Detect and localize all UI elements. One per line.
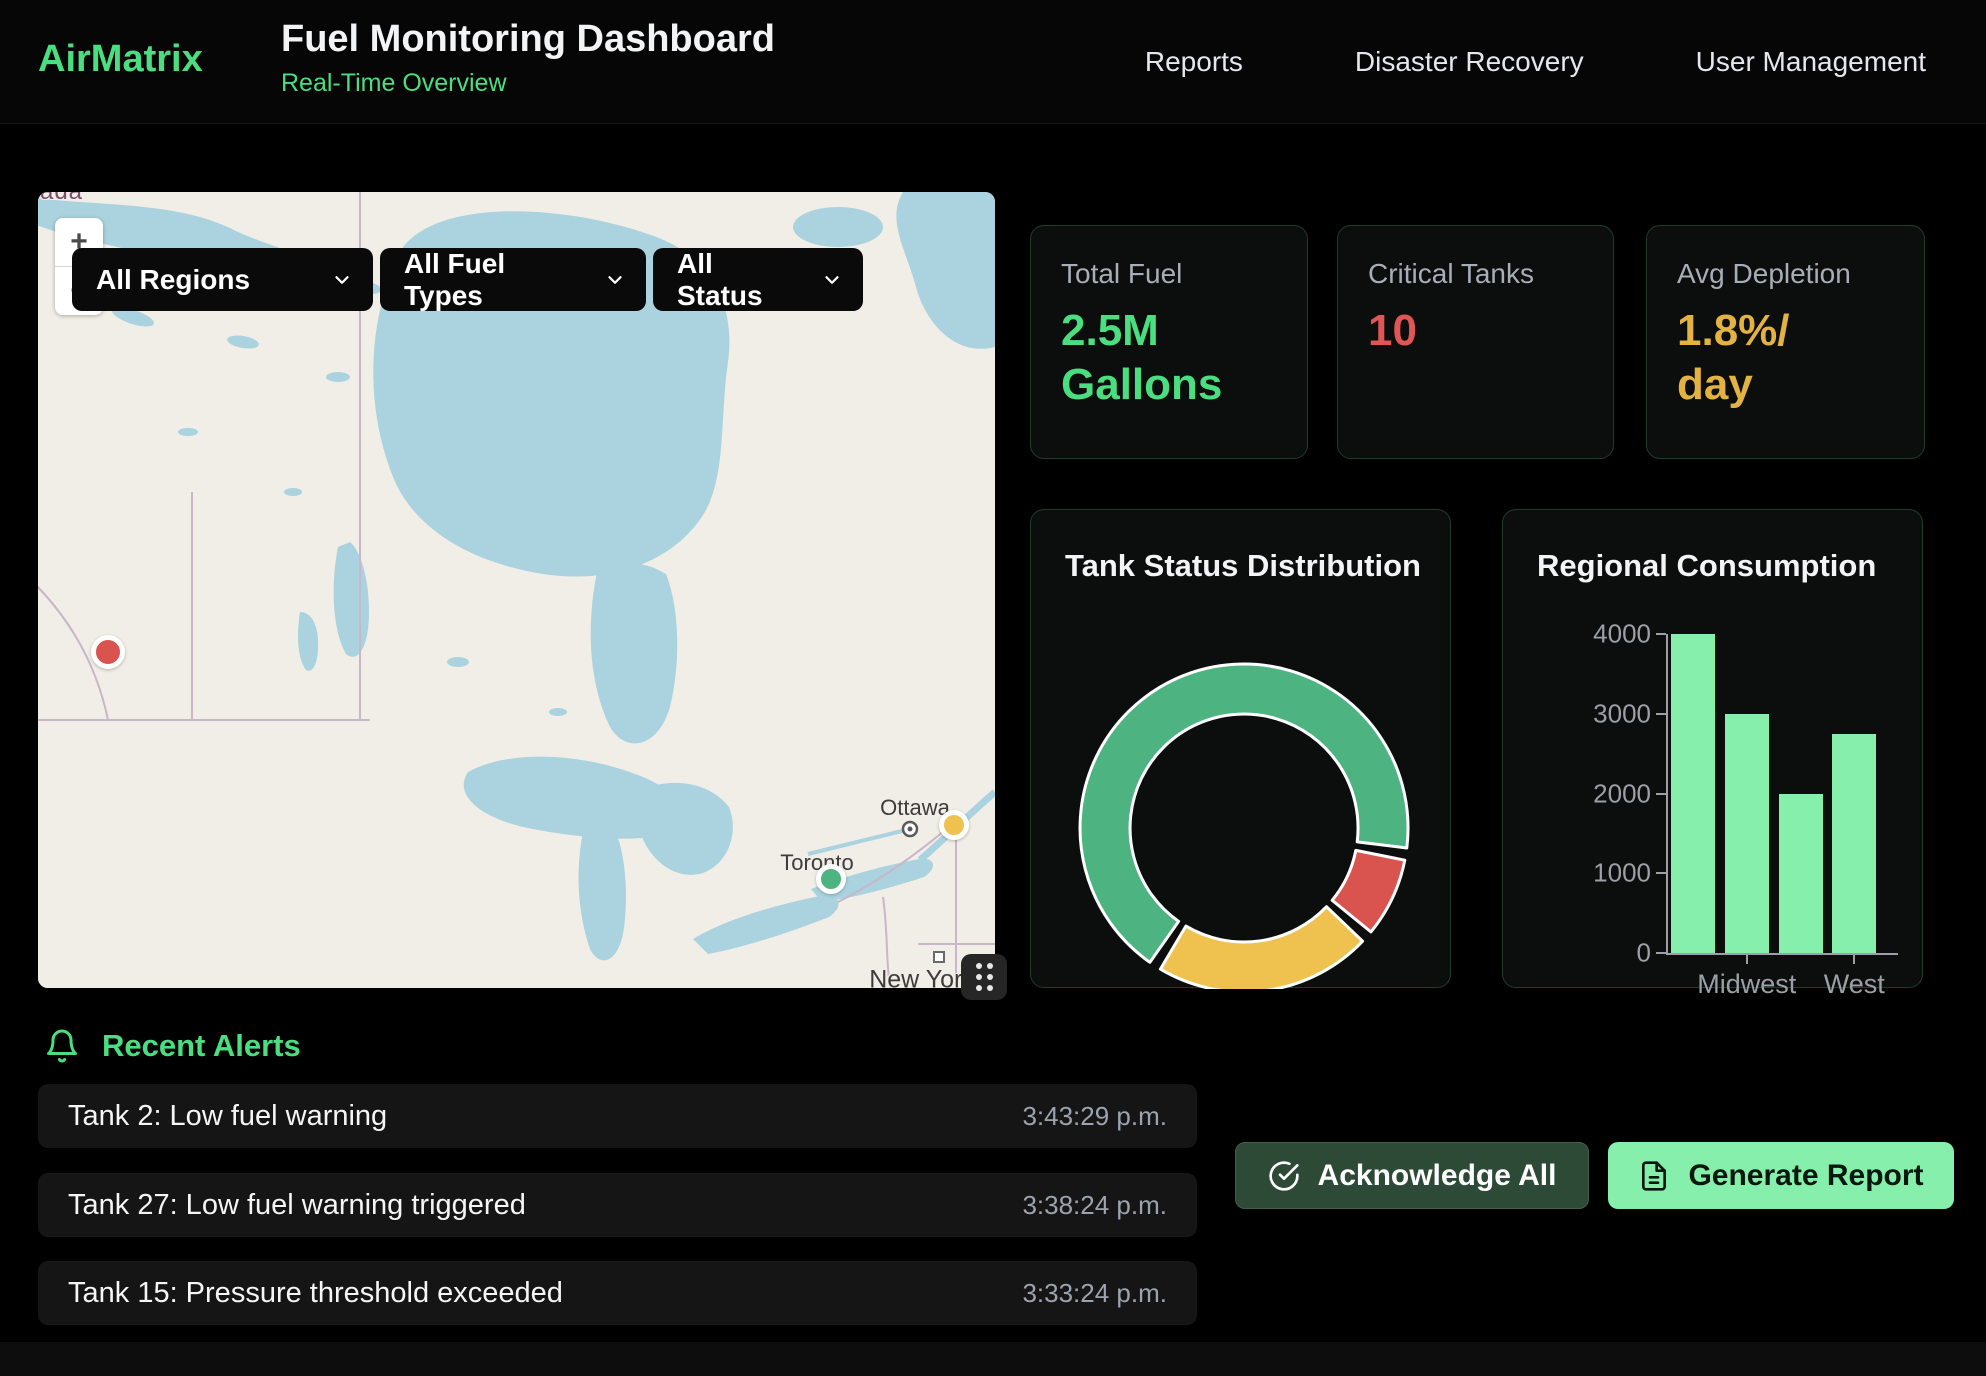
page-subtitle: Real-Time Overview xyxy=(281,69,775,98)
y-axis-tick-label: 1000 xyxy=(1563,858,1651,889)
app-header: AirMatrix Fuel Monitoring Dashboard Real… xyxy=(0,0,1986,124)
donut-segment-warning xyxy=(1160,907,1362,989)
title-block: Fuel Monitoring Dashboard Real-Time Over… xyxy=(281,18,775,98)
x-axis-label-midwest: Midwest xyxy=(1697,969,1796,1000)
y-axis-tick-label: 2000 xyxy=(1563,778,1651,809)
new-york-city-marker xyxy=(934,952,944,962)
nav-item-user-management[interactable]: User Management xyxy=(1696,46,1926,78)
check-circle-icon xyxy=(1268,1160,1300,1192)
stat-value: 1.8%/day xyxy=(1677,304,1894,411)
map-filter-bar: All Regions All Fuel Types All Status xyxy=(72,248,863,311)
map-panel: Canada OttawaTorontoNew York + − All Reg… xyxy=(38,192,995,988)
tank-marker-warning[interactable] xyxy=(939,810,969,840)
country-label: Canada xyxy=(38,192,83,206)
y-axis-tick-mark xyxy=(1656,633,1666,635)
tank-status-chart-title: Tank Status Distribution xyxy=(1065,548,1421,584)
status-filter-value: All Status xyxy=(677,248,801,312)
alert-message: Tank 15: Pressure threshold exceeded xyxy=(68,1277,563,1310)
y-axis-tick-mark xyxy=(1656,713,1666,715)
fuel-monitoring-dashboard: AirMatrix Fuel Monitoring Dashboard Real… xyxy=(0,0,1986,1376)
stat-card-avg-depletion: Avg Depletion 1.8%/day xyxy=(1646,225,1925,459)
regional-consumption-bar-chart: 01000200030004000MidwestWest xyxy=(1503,510,1922,987)
x-axis-tick-mark xyxy=(1746,955,1748,964)
stat-value: 10 xyxy=(1368,304,1583,358)
stat-card-total-fuel: Total Fuel 2.5MGallons xyxy=(1030,225,1308,459)
stat-label: Total Fuel xyxy=(1061,258,1277,290)
tank-marker-normal[interactable] xyxy=(816,864,846,894)
x-axis-line xyxy=(1666,953,1898,955)
city-label-ottawa: Ottawa xyxy=(880,795,950,821)
y-axis-line xyxy=(1666,634,1668,955)
stat-label: Avg Depletion xyxy=(1677,258,1894,290)
bell-icon xyxy=(44,1028,80,1064)
map-resize-handle[interactable] xyxy=(961,954,1007,1000)
region-filter-value: All Regions xyxy=(96,264,250,296)
consumption-bar-4 xyxy=(1832,734,1876,953)
region-filter-select[interactable]: All Regions xyxy=(72,248,373,311)
nav-item-reports[interactable]: Reports xyxy=(1145,46,1243,78)
alert-time: 3:43:29 p.m. xyxy=(1022,1101,1167,1132)
fuel-type-filter-select[interactable]: All Fuel Types xyxy=(380,248,646,311)
chevron-down-icon xyxy=(821,269,843,291)
brand-logo: AirMatrix xyxy=(38,38,203,81)
nav-item-disaster-recovery[interactable]: Disaster Recovery xyxy=(1355,46,1584,78)
chevron-down-icon xyxy=(604,269,626,291)
consumption-bar-2 xyxy=(1725,714,1769,953)
alerts-header: Recent Alerts xyxy=(44,1028,301,1064)
main-nav: Reports Disaster Recovery User Management xyxy=(1145,0,1926,124)
generate-report-button[interactable]: Generate Report xyxy=(1608,1142,1954,1209)
window-footer-strip xyxy=(0,1342,1986,1376)
alert-row[interactable]: Tank 27: Low fuel warning triggered 3:38:… xyxy=(38,1173,1197,1237)
file-text-icon xyxy=(1638,1160,1670,1192)
alert-row[interactable]: Tank 15: Pressure threshold exceeded 3:33… xyxy=(38,1261,1197,1325)
y-axis-tick-label: 4000 xyxy=(1563,619,1651,650)
tank-status-card: Tank Status Distribution xyxy=(1030,509,1451,988)
chevron-down-icon xyxy=(331,269,353,291)
tank-marker-critical[interactable] xyxy=(91,635,125,669)
consumption-bar-3 xyxy=(1779,794,1823,954)
acknowledge-all-button[interactable]: Acknowledge All xyxy=(1235,1142,1589,1209)
alert-row[interactable]: Tank 2: Low fuel warning 3:43:29 p.m. xyxy=(38,1084,1197,1148)
alert-time: 3:38:24 p.m. xyxy=(1022,1190,1167,1221)
consumption-bar-1 xyxy=(1671,634,1715,953)
stat-label: Critical Tanks xyxy=(1368,258,1583,290)
alerts-title: Recent Alerts xyxy=(102,1028,301,1064)
y-axis-tick-mark xyxy=(1656,952,1666,954)
city-label-new-york: New York xyxy=(869,966,975,989)
alert-message: Tank 2: Low fuel warning xyxy=(68,1100,387,1133)
fuel-type-filter-value: All Fuel Types xyxy=(404,248,584,312)
y-axis-tick-label: 0 xyxy=(1563,938,1651,969)
acknowledge-all-label: Acknowledge All xyxy=(1318,1159,1557,1193)
donut-segment-critical xyxy=(1332,850,1405,932)
status-filter-select[interactable]: All Status xyxy=(653,248,863,311)
x-axis-tick-mark xyxy=(1853,955,1855,964)
y-axis-tick-mark xyxy=(1656,793,1666,795)
generate-report-label: Generate Report xyxy=(1688,1159,1923,1193)
alert-time: 3:33:24 p.m. xyxy=(1022,1278,1167,1309)
stat-card-critical-tanks: Critical Tanks 10 xyxy=(1337,225,1614,459)
alert-message: Tank 27: Low fuel warning triggered xyxy=(68,1189,526,1222)
x-axis-label-west: West xyxy=(1824,969,1885,1000)
regional-consumption-card: Regional Consumption 01000200030004000Mi… xyxy=(1502,509,1923,988)
y-axis-tick-mark xyxy=(1656,872,1666,874)
page-title: Fuel Monitoring Dashboard xyxy=(281,18,775,61)
y-axis-tick-label: 3000 xyxy=(1563,698,1651,729)
stat-value: 2.5MGallons xyxy=(1061,304,1277,411)
